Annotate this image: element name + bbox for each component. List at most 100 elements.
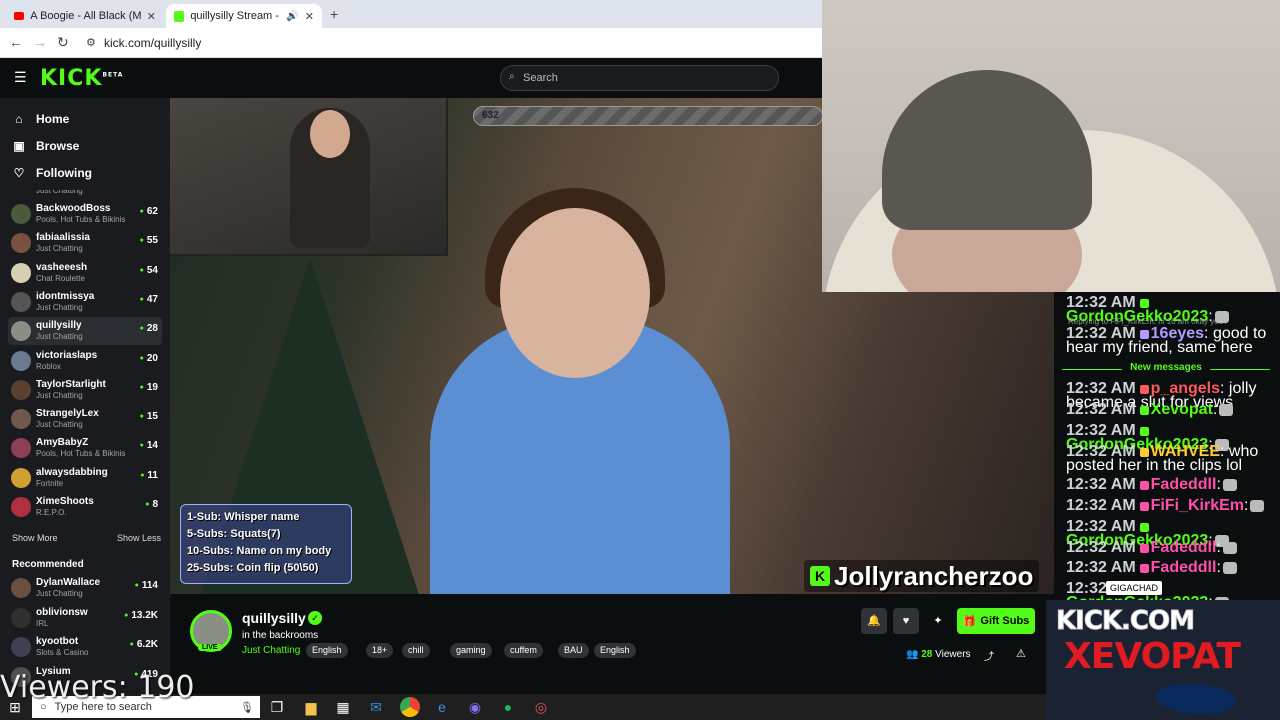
sidebar-channel-alwaysdabbing[interactable]: alwaysdabbingFortnite 11 [8,464,162,492]
stream-title: in the backrooms [242,630,319,641]
channel-viewer-count: 14 [140,440,158,451]
search-input[interactable]: ⌕ Search [500,65,779,91]
chrome-icon[interactable] [400,697,420,717]
nav-label: Following [36,166,92,180]
store-icon[interactable]: ▦ [334,698,352,716]
forward-icon[interactable]: → [33,34,47,50]
obs-icon[interactable]: ◎ [532,698,550,716]
show-more-button[interactable]: Show More [12,533,58,543]
speaker-icon[interactable]: 🔊 [286,11,298,22]
avatar [11,578,31,598]
users-icon: 👥 [906,649,919,660]
close-tab-icon[interactable]: ✕ [147,10,156,23]
emote-icon[interactable] [1222,542,1237,554]
patriots-logo [1156,684,1236,714]
new-tab-button[interactable]: + [330,6,338,22]
sidebar-channel-kyootbot[interactable]: kyootbotSlots & Casino 6.2K [8,633,162,661]
close-tab-icon[interactable]: ✕ [305,10,314,23]
chat-text: : [1212,401,1218,418]
channel-category: Fortnite [36,478,64,488]
verified-icon: ✓ [308,611,322,625]
back-icon[interactable]: ← [9,34,23,50]
sidebar-channel-amybabyz[interactable]: AmyBabyZPools, Hot Tubs & Bikinis 14 [8,434,162,462]
stream-tag[interactable]: 18+ [366,643,394,658]
stream-tag[interactable]: cuffem [504,643,543,658]
stream-tag[interactable]: chill [402,643,430,658]
channel-viewer-count: 62 [140,206,158,217]
emote-icon[interactable] [1219,404,1234,416]
follow-heart-icon[interactable]: ♥ [893,608,919,634]
emote-icon[interactable] [1250,500,1265,512]
channel-name: vasheeesh [36,261,88,273]
browser-tab-youtube[interactable]: A Boogie - All Black (Music Vid ✕ [6,4,164,28]
chat-username[interactable]: Fadeddll [1151,559,1217,576]
stream-tag[interactable]: English [594,643,636,658]
channel-category: Roblox [36,361,61,371]
sidebar-channel-strangelylex[interactable]: StrangelyLexJust Chatting 15 [8,405,162,433]
kick-logo[interactable]: KICKBETA [40,66,123,91]
browser-tab-kick[interactable]: quillysilly Stream - Watch Li 🔊 ✕ [166,4,322,28]
microphone-icon[interactable]: 🎙 [240,701,254,714]
sidebar-channel-vasheeesh[interactable]: vasheeeshChat Roulette 54 [8,259,162,287]
emote-icon[interactable] [1222,562,1237,574]
share-icon[interactable]: ⤴ [984,648,994,663]
streamer-overlay-text: Jollyrancherzoo [834,560,1034,591]
streamer-name-overlay: K Jollyrancherzoo [804,560,1040,592]
chat-timestamp: 12:32 AM [1066,401,1136,418]
chat-username[interactable]: GordonGekko2023 [1066,308,1208,325]
chat-username[interactable]: FiFi_KirkEm [1151,497,1244,514]
sidebar-channel-backwoodboss[interactable]: BackwoodBossPools, Hot Tubs & Bikinis 62 [8,200,162,228]
mail-icon[interactable]: ✉ [367,698,385,716]
sub-menu-overlay: 1-Sub: Whisper name 5-Subs: Squats(7) 10… [180,504,352,584]
stream-tag[interactable]: English [306,643,348,658]
sidebar-channel-quillysilly[interactable]: quillysillyJust Chatting 28 [8,317,162,346]
avatar [11,379,31,400]
hamburger-menu-icon[interactable]: ☰ [14,69,27,86]
site-info-icon[interactable]: ⚙ [86,36,96,49]
chat-message: 12:32 AM 16eyes: good to hear my friend, … [1066,326,1276,356]
stream-tag[interactable]: BAU [558,643,589,658]
nav-following[interactable]: ♡ Following [12,166,92,180]
chat-username[interactable]: Fadeddll [1151,539,1217,556]
sub-menu-item: 10-Subs: Name on my body [187,545,332,557]
reload-icon[interactable]: ↻ [57,34,69,51]
sidebar-channel-oblivionsw[interactable]: oblivionswIRL 13.2K [8,604,162,632]
youtube-icon [14,12,25,20]
sidebar-channel-victoriaslaps[interactable]: victoriaslapsRoblox 20 [8,347,162,375]
avatar [11,233,31,254]
gift-subs-button[interactable]: 🎁 Gift Subs [957,608,1035,634]
channel-name: fabiaalissia [36,232,90,244]
emote-icon[interactable] [1222,479,1237,491]
discord-icon[interactable]: ◉ [466,698,484,716]
nav-home[interactable]: ⌂ Home [12,112,69,126]
stream-category[interactable]: Just Chatting [242,645,300,656]
brand-overlay: KICK.COM XEVOPAT [1046,600,1280,720]
sidebar-channel-idontmissya[interactable]: idontmissyaJust Chatting 47 [8,288,162,316]
stream-tag[interactable]: gaming [450,643,492,658]
sidebar-channel-fabiaalissia[interactable]: fabiaalissiaJust Chatting 55 [8,229,162,257]
channel-name: victoriaslaps [36,349,98,361]
show-less-button[interactable]: Show Less [117,533,161,543]
nav-browse[interactable]: ▣ Browse [12,139,79,153]
sidebar-channel-dylanwallace[interactable]: DylanWallaceJust Chatting 114 [8,574,162,602]
sidebar-channel-ximeshoots[interactable]: XimeShootsR.E.P.O. 8 [8,493,162,521]
report-icon[interactable]: ⚠ [1016,647,1026,660]
sub-badge-icon [1139,299,1149,308]
emote-icon[interactable] [1214,311,1229,323]
chat-username[interactable]: Fadeddll [1151,476,1217,493]
notification-bell-icon[interactable]: 🔔 [861,608,887,634]
spotify-icon[interactable]: ● [499,698,517,716]
webcam-overlay [822,0,1280,292]
sparkle-icon[interactable]: ✦ [925,608,951,634]
edge-icon[interactable]: e [433,698,451,716]
file-explorer-icon[interactable]: ▆ [302,698,320,716]
url-field[interactable]: kick.com/quillysilly [104,36,201,50]
heart-icon: ♡ [13,166,25,180]
task-view-icon[interactable]: ❐ [268,698,286,716]
channel-category: Just Chatting [36,332,83,342]
chat-username[interactable]: Xevopat [1151,401,1213,418]
sidebar-channel-taylorstarlight[interactable]: TaylorStarlightJust Chatting 19 [8,376,162,404]
channel-viewer-count: 47 [140,294,158,305]
new-messages-divider[interactable]: New messages [1062,362,1270,373]
channel-name[interactable]: quillysilly [242,610,306,626]
